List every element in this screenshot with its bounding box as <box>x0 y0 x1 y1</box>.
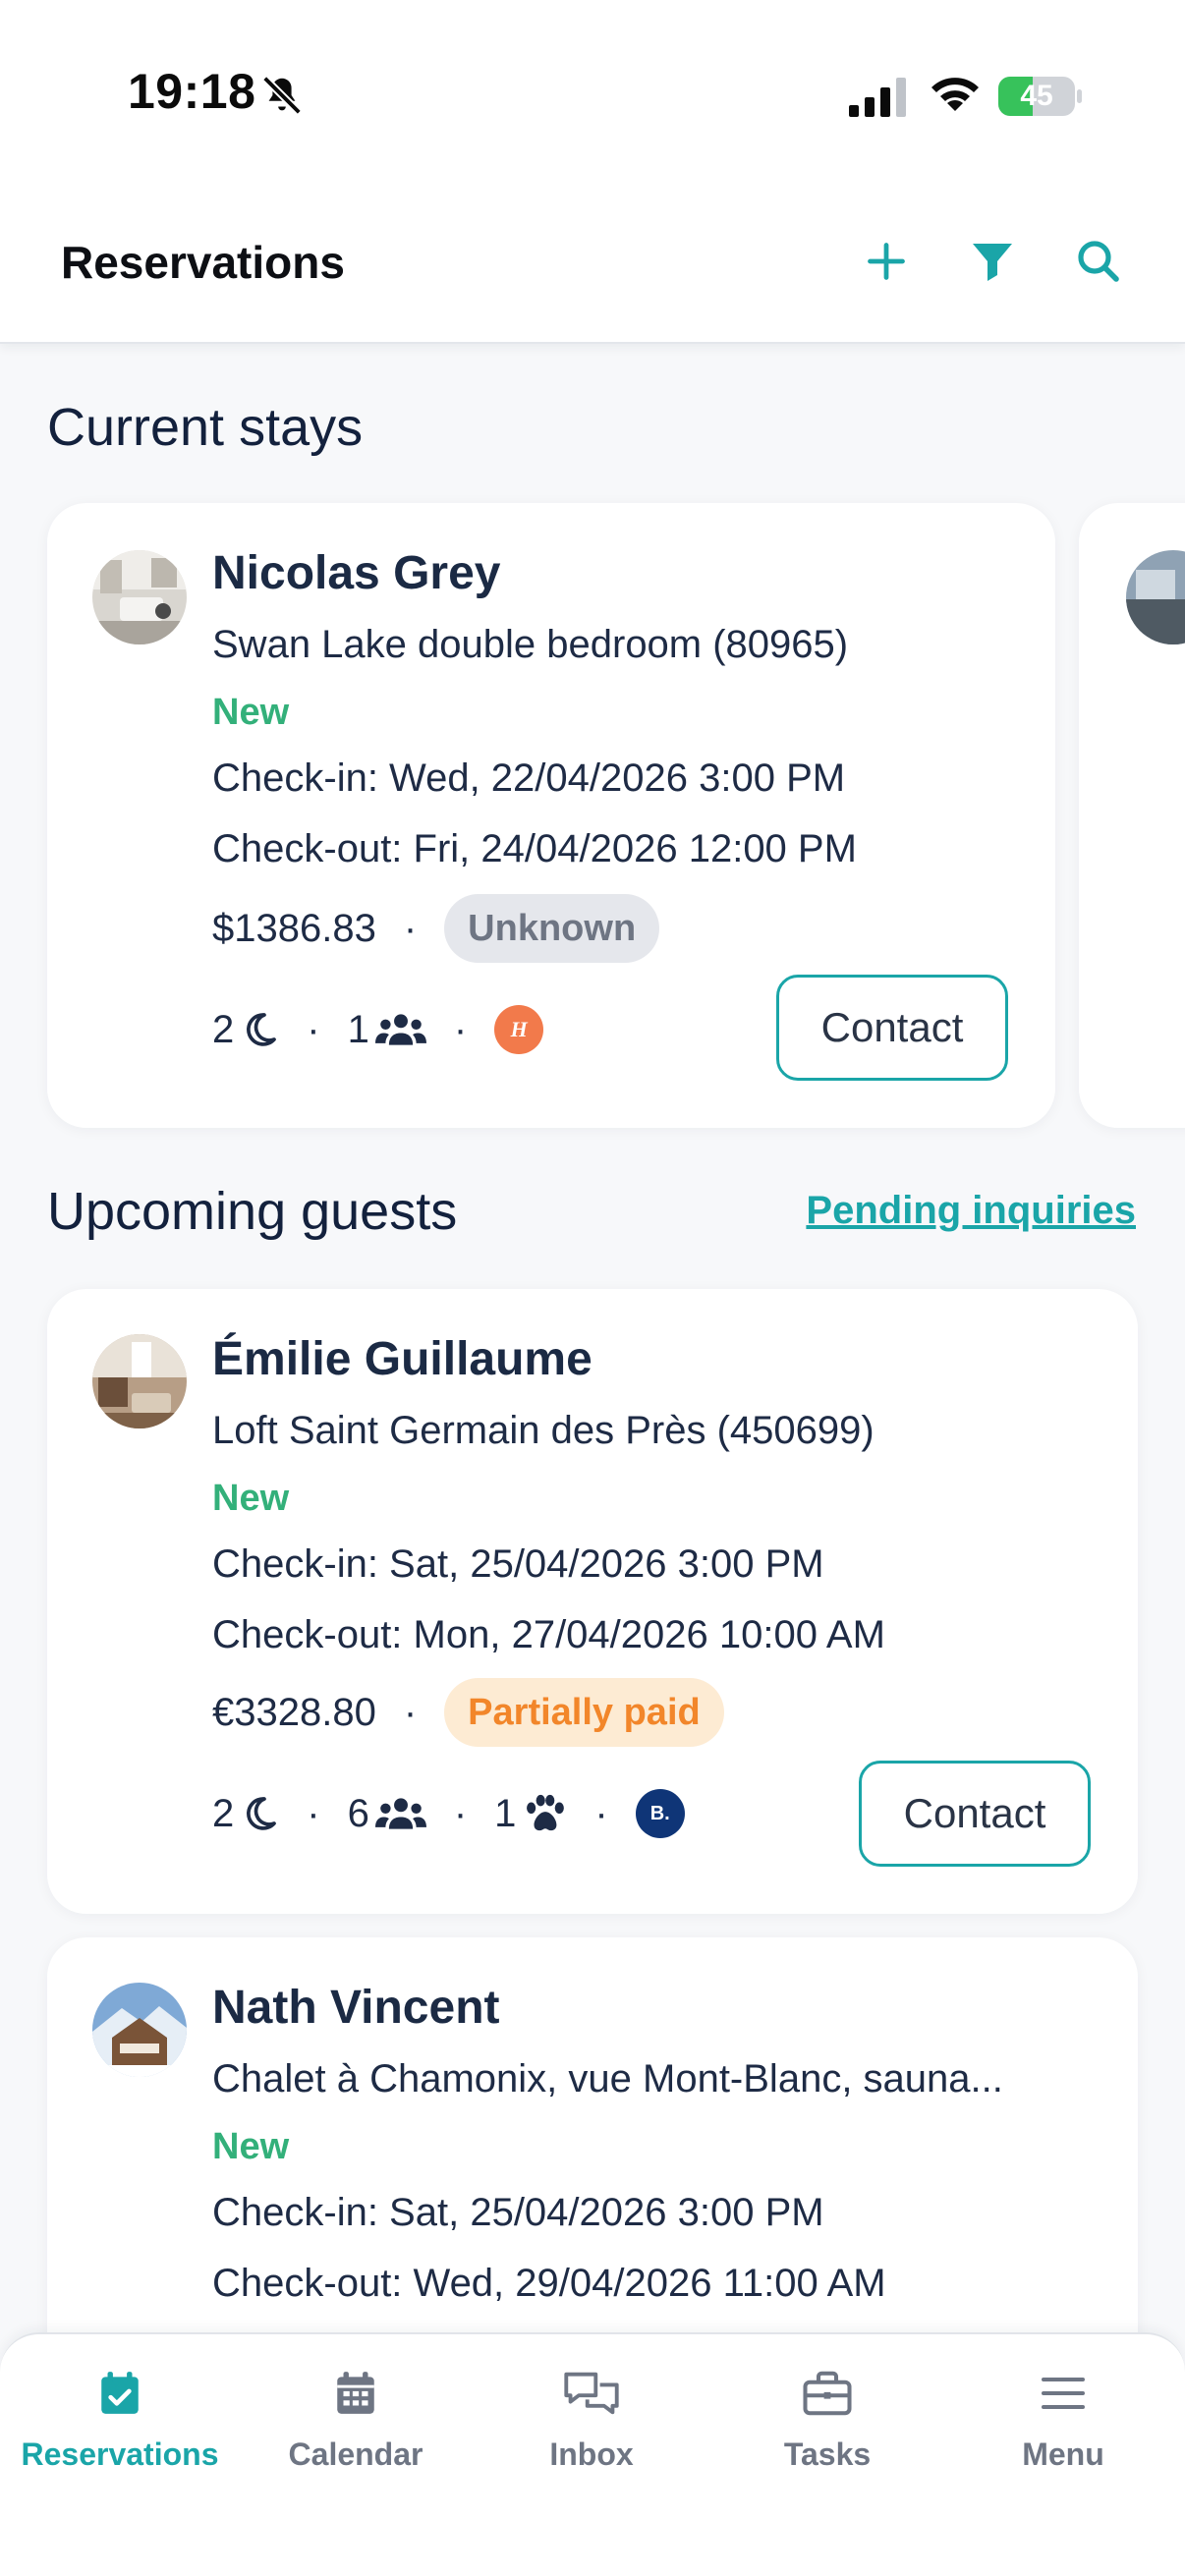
nights-count: 2 <box>212 1791 235 1835</box>
plus-icon <box>868 243 905 280</box>
stay-details: 2 · 1 · H <box>212 1000 544 1059</box>
source-channel-icon: B. <box>635 1789 685 1838</box>
stay-details: 2 · 6 · 1 · B. <box>212 1784 685 1843</box>
search-button[interactable] <box>1071 234 1126 289</box>
calendar-icon <box>326 2364 385 2423</box>
reservation-card[interactable]: Nicolas Grey Swan Lake double bedroom (8… <box>47 503 1055 1128</box>
reservation-card-peek[interactable] <box>1079 503 1185 1128</box>
reservation-status: New <box>212 1478 290 1519</box>
add-reservation-button[interactable] <box>859 234 914 289</box>
nav-label: Calendar <box>288 2436 423 2472</box>
bell-off-icon <box>262 76 302 115</box>
property-name: Chalet à Chamonix, vue Mont-Blanc, sauna… <box>212 2057 1003 2100</box>
users-icon <box>374 1794 426 1833</box>
paw-icon <box>522 1793 567 1834</box>
wifi-icon <box>931 78 979 111</box>
chat-icon <box>562 2364 621 2423</box>
property-name: Swan Lake double bedroom (80965) <box>212 623 849 666</box>
reservation-status: New <box>212 692 290 733</box>
checkout-date: Check-out: Wed, 29/04/2026 11:00 AM <box>212 2262 886 2305</box>
nav-item-reservations[interactable]: Reservations <box>12 2364 228 2482</box>
reservation-card[interactable]: Émilie Guillaume Loft Saint Germain des … <box>47 1289 1138 1914</box>
checkout-date: Check-out: Mon, 27/04/2026 10:00 AM <box>212 1613 885 1656</box>
payment-status-badge: Unknown <box>444 894 660 963</box>
avatar <box>92 550 187 644</box>
nav-label: Menu <box>1022 2436 1104 2472</box>
users-icon <box>374 1010 426 1049</box>
total-price: €3328.80 <box>212 1690 376 1734</box>
search-icon <box>1078 241 1119 282</box>
price-row: €3328.80 · Partially paid <box>212 1678 724 1747</box>
checkin-date: Check-in: Wed, 22/04/2026 3:00 PM <box>212 756 846 800</box>
total-price: $1386.83 <box>212 906 376 950</box>
top-bar: 19:18 45 Reservations <box>0 0 1185 344</box>
menu-icon <box>1034 2364 1093 2423</box>
avatar <box>1126 550 1185 644</box>
nights-count: 2 <box>212 1007 235 1051</box>
bottom-navigation: Reservations Calendar Inbox Tasks Menu <box>0 2332 1185 2576</box>
guests-count: 6 <box>347 1791 369 1835</box>
contact-button[interactable]: Contact <box>776 975 1008 1081</box>
pending-inquiries-link[interactable]: Pending inquiries <box>806 1189 1136 1233</box>
guest-name: Nath Vincent <box>212 1982 500 2034</box>
contact-button[interactable]: Contact <box>859 1761 1091 1867</box>
price-row: $1386.83 · Unknown <box>212 894 660 963</box>
nav-item-menu[interactable]: Menu <box>955 2364 1171 2482</box>
pets-count: 1 <box>494 1791 517 1835</box>
filter-icon <box>973 244 1012 281</box>
checkin-date: Check-in: Sat, 25/04/2026 3:00 PM <box>212 1542 824 1586</box>
nav-item-calendar[interactable]: Calendar <box>248 2364 464 2482</box>
moon-icon <box>240 1010 279 1049</box>
avatar <box>92 1983 187 2077</box>
section-title-upcoming: Upcoming guests <box>47 1182 458 1241</box>
battery-indicator: 45 <box>998 77 1083 116</box>
filter-button[interactable] <box>965 234 1020 289</box>
guest-name: Nicolas Grey <box>212 547 501 599</box>
page-title: Reservations <box>61 237 345 288</box>
nav-label: Inbox <box>549 2436 634 2472</box>
signal-icon <box>849 78 906 117</box>
source-channel-icon: H <box>494 1005 544 1054</box>
calendar-check-icon <box>90 2364 149 2423</box>
checkout-date: Check-out: Fri, 24/04/2026 12:00 PM <box>212 827 857 870</box>
reservation-status: New <box>212 2126 290 2167</box>
nav-item-inbox[interactable]: Inbox <box>483 2364 700 2482</box>
moon-icon <box>240 1794 279 1833</box>
status-time: 19:18 <box>128 64 256 119</box>
guests-count: 1 <box>347 1007 369 1051</box>
nav-label: Tasks <box>783 2436 872 2472</box>
checkin-date: Check-in: Sat, 25/04/2026 3:00 PM <box>212 2191 824 2234</box>
section-title-current: Current stays <box>47 398 364 457</box>
briefcase-icon <box>798 2364 857 2423</box>
payment-status-badge: Partially paid <box>444 1678 724 1747</box>
guest-name: Émilie Guillaume <box>212 1333 592 1385</box>
property-name: Loft Saint Germain des Près (450699) <box>212 1409 875 1452</box>
battery-level: 45 <box>1020 80 1053 112</box>
avatar <box>92 1334 187 1428</box>
nav-item-tasks[interactable]: Tasks <box>719 2364 935 2482</box>
nav-label: Reservations <box>21 2436 219 2472</box>
